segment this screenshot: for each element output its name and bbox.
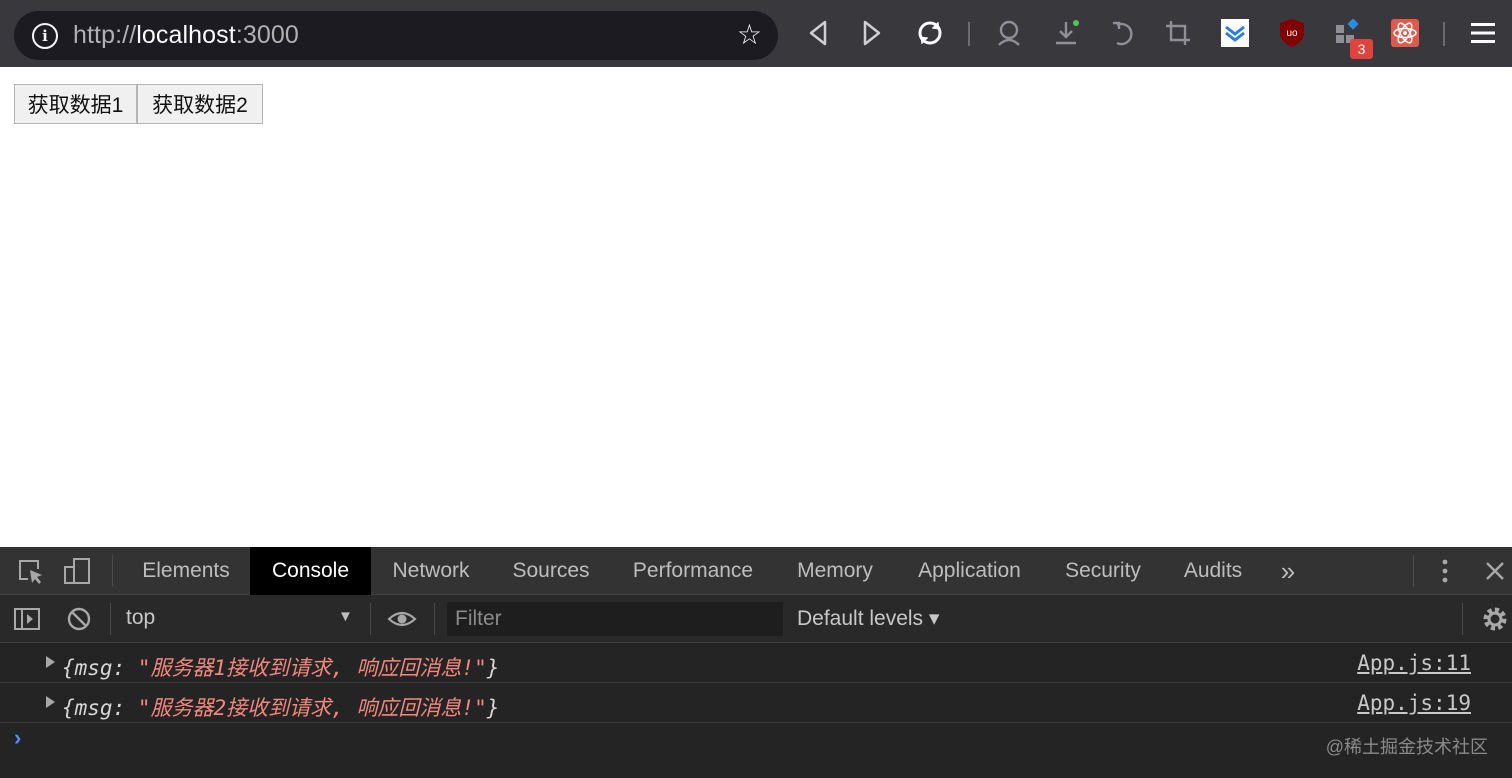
- log-source-link[interactable]: App.js:19: [1357, 691, 1471, 715]
- log-message[interactable]: {msg: "服务器1接收到请求, 响应回消息!"}: [62, 652, 499, 682]
- close-devtools-icon[interactable]: [1480, 556, 1510, 586]
- clear-console-icon[interactable]: [64, 604, 94, 634]
- download-icon[interactable]: [1051, 18, 1081, 48]
- filter-separator: [370, 603, 371, 635]
- menu-hamburger-icon[interactable]: [1468, 18, 1498, 48]
- url-host: localhost: [136, 21, 236, 49]
- fetch-data-2-button[interactable]: 获取数据2: [137, 84, 263, 124]
- default-levels-dropdown[interactable]: Default levels ▾: [797, 606, 939, 631]
- console-log-row[interactable]: {msg: "服务器1接收到请求, 响应回消息!"} App.js:11: [0, 644, 1512, 683]
- console-log-row[interactable]: {msg: "服务器2接收到请求, 响应回消息!"} App.js:19: [0, 684, 1512, 723]
- toolbar-separator: [968, 22, 970, 46]
- forward-icon[interactable]: [857, 18, 887, 48]
- tab-network[interactable]: Network: [371, 547, 491, 595]
- bookmark-extension-icon[interactable]: [1220, 18, 1250, 48]
- tab-separator: [1413, 555, 1414, 587]
- console-settings-gear-icon[interactable]: [1480, 604, 1510, 634]
- react-devtools-icon[interactable]: [1390, 18, 1420, 48]
- undo-icon[interactable]: [1108, 18, 1138, 48]
- devtools-tab-bar: Elements Console Network Sources Perform…: [0, 547, 1512, 595]
- log-source-link[interactable]: App.js:11: [1357, 651, 1471, 675]
- tab-memory[interactable]: Memory: [775, 547, 895, 595]
- back-icon[interactable]: [803, 18, 833, 48]
- info-icon[interactable]: i: [32, 22, 58, 49]
- log-string-value: "服务器2接收到请求, 响应回消息!": [137, 696, 487, 720]
- console-filter-bar: top ▼ Default levels ▾: [0, 595, 1512, 643]
- bookmark-star-icon[interactable]: ☆: [737, 20, 762, 50]
- tab-console[interactable]: Console: [250, 547, 371, 595]
- toolbar-separator: [1443, 22, 1445, 46]
- show-sidebar-icon[interactable]: [12, 604, 42, 634]
- url-scheme: http://: [73, 21, 137, 49]
- svg-text:uo: uo: [1286, 28, 1298, 39]
- extension-badge-count: 3: [1350, 39, 1373, 59]
- kebab-menu-icon[interactable]: [1430, 556, 1460, 586]
- device-toolbar-icon[interactable]: [62, 556, 92, 586]
- expand-triangle-icon[interactable]: [46, 656, 55, 668]
- filter-separator: [110, 603, 111, 635]
- live-expression-eye-icon[interactable]: [387, 604, 417, 634]
- log-message[interactable]: {msg: "服务器2接收到请求, 响应回消息!"}: [62, 692, 499, 722]
- ublock-shield-icon[interactable]: uo: [1277, 18, 1307, 48]
- log-prefix: {msg:: [62, 696, 138, 720]
- reload-icon[interactable]: [915, 18, 945, 48]
- tab-security[interactable]: Security: [1044, 547, 1162, 595]
- tab-elements[interactable]: Elements: [122, 547, 250, 595]
- tab-separator: [112, 555, 113, 587]
- url-text[interactable]: http://localhost:3000: [73, 21, 299, 50]
- fetch-data-1-button[interactable]: 获取数据1: [14, 84, 137, 124]
- filter-separator: [1462, 603, 1463, 635]
- more-tabs-chevron-icon[interactable]: »: [1268, 547, 1308, 595]
- account-icon[interactable]: [994, 18, 1024, 48]
- expand-triangle-icon[interactable]: [46, 696, 55, 708]
- log-string-value: "服务器1接收到请求, 响应回消息!": [137, 656, 487, 680]
- tab-audits[interactable]: Audits: [1162, 547, 1264, 595]
- context-selector[interactable]: top: [126, 606, 155, 630]
- tab-application[interactable]: Application: [895, 547, 1044, 595]
- console-prompt-chevron-icon[interactable]: ›: [14, 725, 21, 751]
- browser-toolbar: i http://localhost:3000 ☆ uo 3: [0, 0, 1512, 67]
- tab-sources[interactable]: Sources: [491, 547, 611, 595]
- watermark-text: @稀土掘金技术社区: [1325, 737, 1488, 757]
- page-content: 获取数据1 获取数据2: [0, 67, 1512, 547]
- address-bar[interactable]: i http://localhost:3000 ☆: [14, 11, 778, 60]
- devtools-panel: Elements Console Network Sources Perform…: [0, 547, 1512, 778]
- screenshot-crop-icon[interactable]: [1163, 18, 1193, 48]
- console-filter-input[interactable]: [447, 602, 783, 636]
- log-suffix: }: [486, 696, 500, 720]
- log-suffix: }: [486, 656, 500, 680]
- tab-performance[interactable]: Performance: [611, 547, 775, 595]
- inspect-element-icon[interactable]: [15, 556, 45, 586]
- filter-separator: [434, 603, 435, 635]
- context-dropdown-arrow-icon[interactable]: ▼: [338, 608, 353, 625]
- log-prefix: {msg:: [62, 656, 138, 680]
- url-port: :3000: [235, 21, 299, 49]
